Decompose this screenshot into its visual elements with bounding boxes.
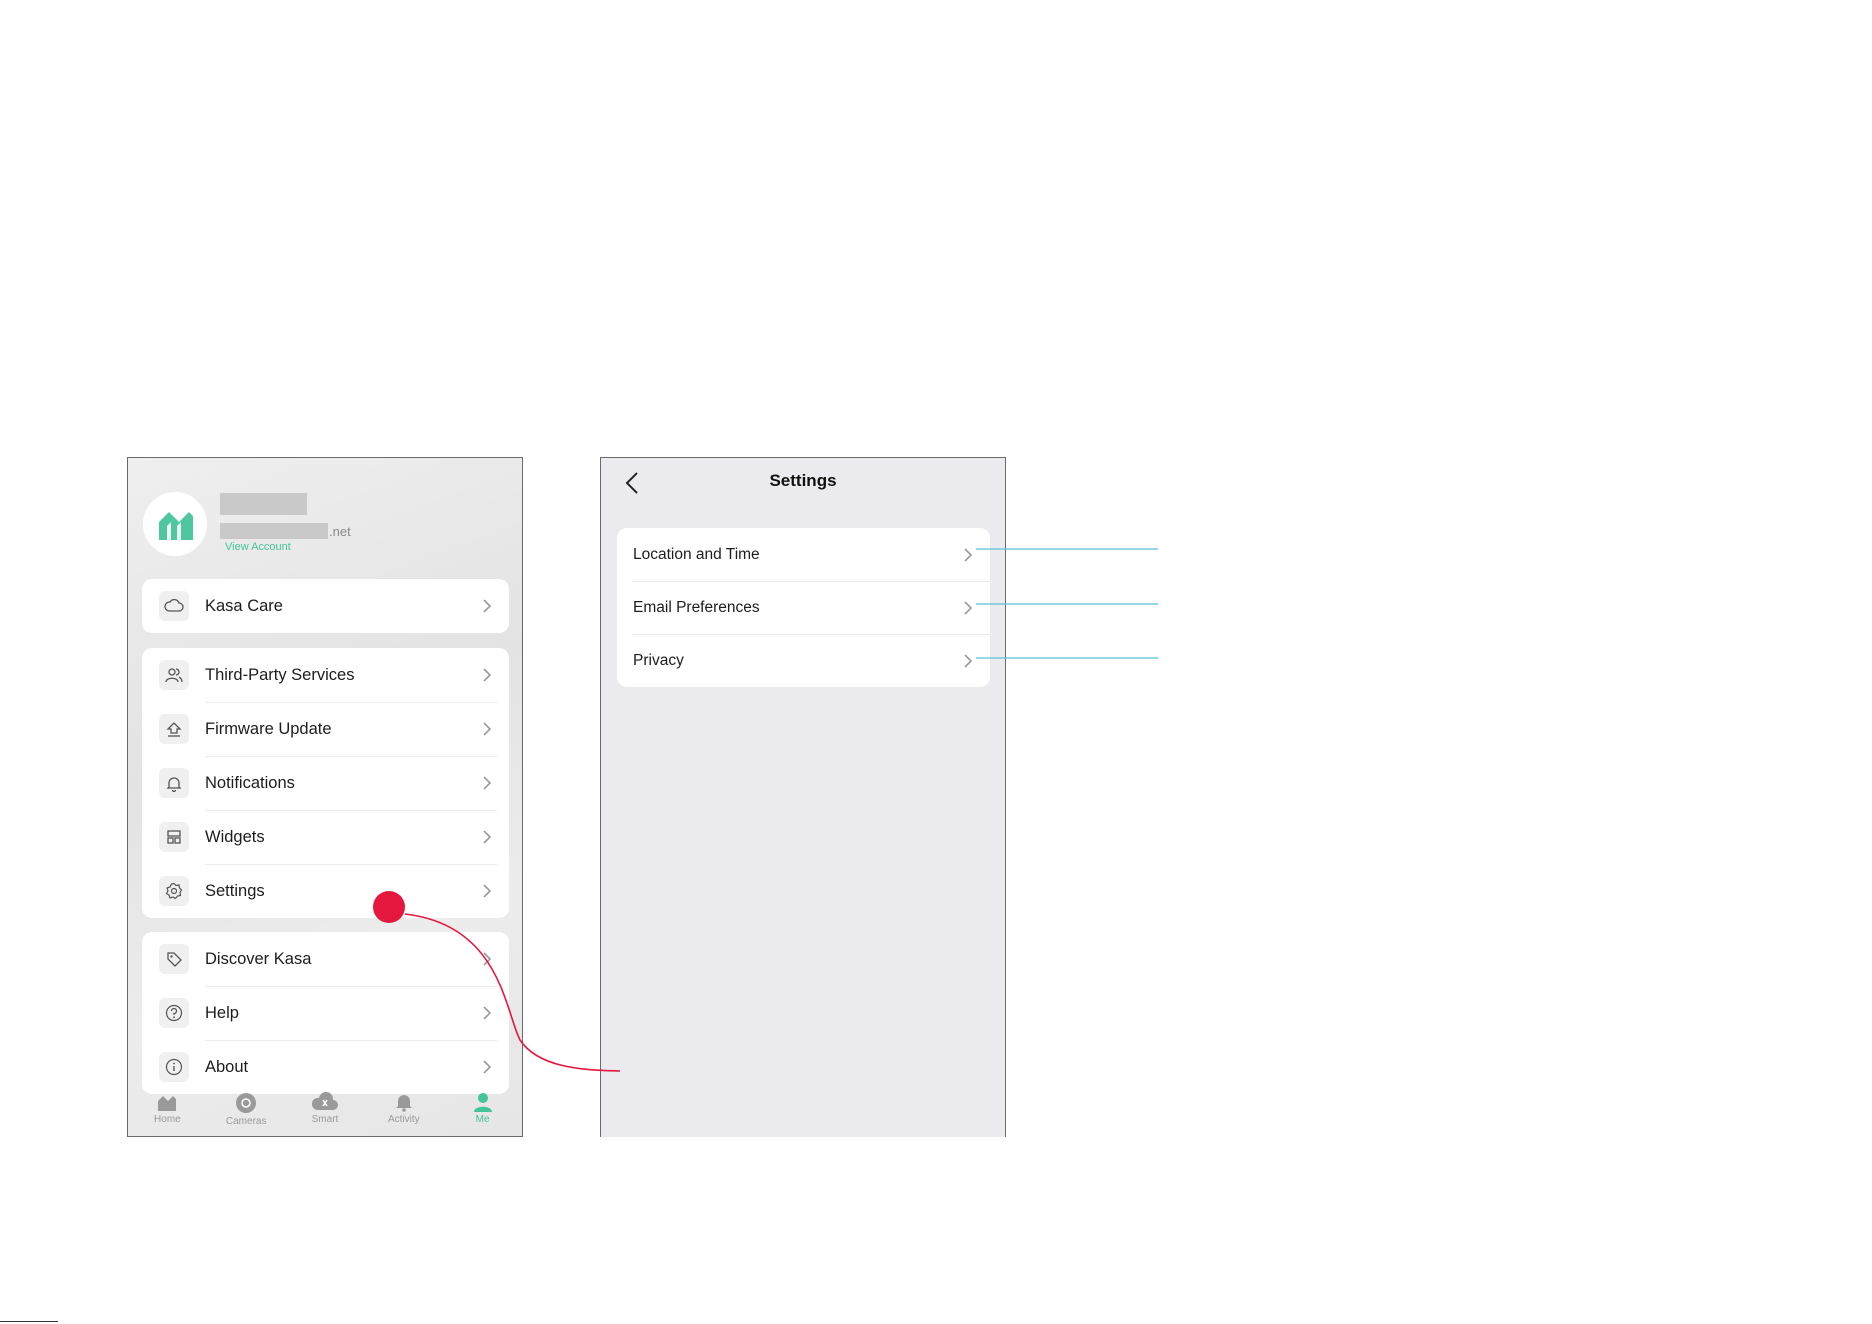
settings-header: Settings [601,458,1005,514]
bell-icon [159,768,189,798]
page-title: Settings [769,471,837,490]
menu-item-settings[interactable]: Settings [142,864,509,918]
smart-icon [311,1092,338,1110]
footer-rule [0,1321,58,1322]
upload-icon [159,714,189,744]
avatar[interactable] [143,492,207,556]
tab-label: Activity [387,1114,420,1125]
settings-list: Location and Time Email Preferences Priv… [617,528,990,687]
tab-me[interactable]: Me [448,1092,518,1125]
widgets-icon [159,822,189,852]
menu-item-widgets[interactable]: Widgets [142,810,509,864]
settings-item-label: Location and Time [633,545,760,563]
settings-item-label: Privacy [633,651,684,669]
users-icon [159,660,189,690]
chevron-right-icon [964,547,973,562]
menu-item-kasa-care[interactable]: Kasa Care [142,579,509,633]
menu-item-label: Kasa Care [205,596,283,615]
settings-item-email-preferences[interactable]: Email Preferences [617,581,990,634]
kasa-logo-icon [159,512,193,540]
info-section: Discover Kasa Help About [142,932,509,1094]
chevron-right-icon [483,776,492,790]
chevron-right-icon [483,668,492,682]
chevron-right-icon [483,830,492,844]
me-screen: .net View Account Kasa Care Third-Party … [127,457,523,1137]
gear-icon [159,876,189,906]
tab-label: Me [475,1114,490,1125]
services-section: Third-Party Services Firmware Update Not… [142,648,509,918]
chevron-right-icon [483,884,492,898]
menu-item-third-party-services[interactable]: Third-Party Services [142,648,509,702]
menu-item-firmware-update[interactable]: Firmware Update [142,702,509,756]
chevron-right-icon [964,653,973,668]
menu-item-label: Discover Kasa [205,949,312,968]
tab-cameras[interactable]: Cameras [211,1092,281,1127]
tag-icon [159,944,189,974]
menu-item-notifications[interactable]: Notifications [142,756,509,810]
camera-icon [236,1093,257,1113]
menu-item-label: Firmware Update [205,719,332,738]
person-icon [473,1093,492,1112]
settings-item-privacy[interactable]: Privacy [617,634,990,687]
info-icon [159,1052,189,1082]
tab-label: Smart [311,1114,339,1125]
menu-item-label: About [205,1057,249,1076]
redacted-email [220,523,328,539]
view-account-link[interactable]: View Account [225,541,291,553]
home-icon [158,1096,177,1111]
chevron-right-icon [483,599,492,613]
tab-label: Home [154,1114,181,1125]
chevron-right-icon [483,722,492,736]
step-marker-dot [373,891,405,923]
kasa-care-section: Kasa Care [142,579,509,633]
redacted-name [220,493,307,515]
cloud-icon [159,591,189,621]
menu-item-help[interactable]: Help [142,986,509,1040]
chevron-right-icon [483,952,492,966]
tab-smart[interactable]: Smart [290,1092,360,1125]
email-suffix: .net [329,523,351,539]
account-email: .net [220,522,351,540]
settings-screen: Settings Location and Time Email Prefere… [600,457,1006,1137]
tab-home[interactable]: Home [132,1092,202,1125]
menu-item-discover-kasa[interactable]: Discover Kasa [142,932,509,986]
chevron-right-icon [483,1060,492,1074]
help-icon [159,998,189,1028]
bell-icon [395,1095,412,1112]
menu-item-label: Help [205,1003,239,1022]
menu-item-label: Settings [205,881,265,900]
chevron-right-icon [483,1006,492,1020]
settings-item-label: Email Preferences [633,598,760,616]
tab-label: Cameras [225,1116,267,1127]
menu-item-label: Third-Party Services [205,665,355,684]
tab-activity[interactable]: Activity [369,1092,439,1125]
menu-item-label: Notifications [205,773,295,792]
chevron-right-icon [964,600,973,615]
menu-item-label: Widgets [205,827,265,846]
bottom-tab-bar: Home Cameras Smart Activity Me [128,1086,522,1136]
settings-item-location-and-time[interactable]: Location and Time [617,528,990,581]
